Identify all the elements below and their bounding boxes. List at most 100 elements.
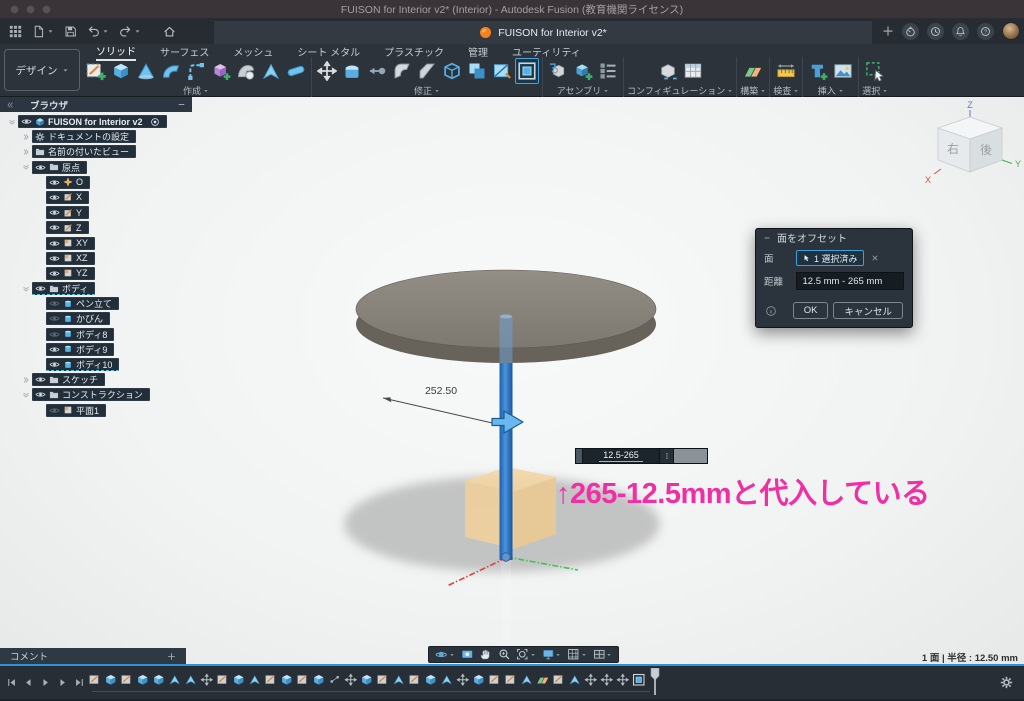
timeline-feature-tl-sketch-icon[interactable] — [504, 672, 518, 687]
distance-input[interactable]: 12.5 mm - 265 mm — [796, 272, 904, 290]
timeline-feature-tl-solid-icon[interactable] — [424, 672, 438, 687]
group-dropdown-label[interactable]: 構築 — [740, 85, 766, 96]
loft-icon[interactable] — [234, 58, 258, 84]
timeline-feature-tl-solid-icon[interactable] — [280, 672, 294, 687]
collapse-arrow-icon[interactable] — [19, 285, 32, 293]
collapse-panel-icon[interactable] — [6, 101, 14, 109]
distance-inline-editor[interactable]: 12.5-265 — [575, 448, 708, 464]
minimize-window-button[interactable] — [26, 5, 35, 14]
home-icon[interactable] — [158, 18, 181, 44]
display-settings-icon[interactable] — [542, 648, 562, 661]
timeline-feature-tl-move-icon[interactable] — [584, 672, 598, 687]
browser-item[interactable]: ボディ9 — [0, 343, 192, 356]
offset-plane-icon[interactable] — [365, 58, 389, 84]
browser-item[interactable]: ボディ8 — [0, 328, 192, 341]
timeline-feature-tl-sketch-icon[interactable] — [88, 672, 102, 687]
visibility-eye-icon[interactable] — [49, 359, 60, 370]
visibility-eye-icon[interactable] — [49, 268, 60, 279]
shell-icon[interactable] — [440, 58, 464, 84]
move-icon[interactable] — [315, 58, 339, 84]
timeline-feature-tl-solid-icon[interactable] — [152, 672, 166, 687]
collapse-arrow-icon[interactable] — [19, 391, 32, 399]
fillet-icon[interactable] — [390, 58, 414, 84]
new-component-icon[interactable] — [571, 58, 595, 84]
collapse-arrow-icon[interactable] — [19, 163, 32, 171]
press-pull-icon[interactable] — [340, 58, 364, 84]
timeline-feature-tl-sketch-icon[interactable] — [216, 672, 230, 687]
grid-settings-icon[interactable] — [567, 648, 587, 661]
expand-arrow-icon[interactable] — [19, 133, 32, 141]
editor-drag-handle[interactable] — [576, 449, 583, 463]
replace-face-icon[interactable] — [490, 58, 514, 84]
close-window-button[interactable] — [10, 5, 19, 14]
timeline-feature-tl-misc-icon[interactable] — [168, 672, 182, 687]
visibility-eye-icon[interactable] — [49, 238, 60, 249]
group-dropdown-label[interactable]: 修正 — [414, 85, 440, 96]
sweep-icon[interactable] — [159, 58, 183, 84]
plus-icon[interactable] — [882, 23, 894, 40]
visibility-eye-icon[interactable] — [49, 405, 60, 416]
measure-icon[interactable] — [774, 58, 798, 84]
help-icon[interactable]: ? — [977, 23, 994, 40]
dialog-collapse-icon[interactable] — [763, 234, 771, 242]
viewports-icon[interactable] — [593, 648, 613, 661]
timeline-settings-gear-icon[interactable] — [1000, 676, 1013, 689]
browser-item[interactable]: 名前の付いたビュー — [0, 145, 192, 158]
timeline-feature-tl-misc-icon[interactable] — [392, 672, 406, 687]
visibility-eye-icon[interactable] — [49, 222, 60, 233]
timeline-feature-tl-move-icon[interactable] — [600, 672, 614, 687]
browser-item[interactable]: ペン立て — [0, 297, 192, 310]
browser-item[interactable]: ボディ10 — [0, 358, 192, 371]
timeline-feature-tl-misc-icon[interactable] — [520, 672, 534, 687]
timeline-feature-tl-solid-icon[interactable] — [232, 672, 246, 687]
combine-icon[interactable] — [465, 58, 489, 84]
config-table-icon[interactable] — [681, 58, 705, 84]
timeline-feature-tl-misc-icon[interactable] — [440, 672, 454, 687]
visibility-eye-icon[interactable] — [49, 192, 60, 203]
derive-icon[interactable] — [546, 58, 570, 84]
visibility-eye-icon[interactable] — [49, 207, 60, 218]
browser-item[interactable]: X — [0, 191, 192, 204]
visibility-eye-icon[interactable] — [35, 389, 46, 400]
step-back-icon[interactable] — [23, 677, 34, 688]
distance-expression-field[interactable]: 12.5-265 — [583, 449, 659, 463]
timeline-feature-tl-sketch-icon[interactable] — [408, 672, 422, 687]
visibility-eye-icon[interactable] — [35, 374, 46, 385]
timeline-feature-tl-sketch-icon[interactable] — [376, 672, 390, 687]
timeline-feature-tl-solid-icon[interactable] — [104, 672, 118, 687]
timeline-feature-tl-sketch-icon[interactable] — [296, 672, 310, 687]
form-icon[interactable] — [209, 58, 233, 84]
timeline-feature-tl-move-icon[interactable] — [616, 672, 630, 687]
skip-end-icon[interactable] — [74, 677, 85, 688]
save-icon[interactable] — [59, 18, 82, 44]
comment-bar[interactable]: コメント — [0, 648, 186, 664]
collapse-arrow-icon[interactable] — [5, 118, 18, 126]
browser-item[interactable]: Z — [0, 221, 192, 234]
look-at-icon[interactable] — [461, 648, 474, 661]
clear-selection-icon[interactable] — [871, 254, 879, 262]
timeline-feature-tl-solid-icon[interactable] — [472, 672, 486, 687]
maximize-window-button[interactable] — [42, 5, 51, 14]
timeline-feature-tl-misc-icon[interactable] — [248, 672, 262, 687]
group-dropdown-label[interactable]: アセンブリ — [557, 85, 610, 96]
timeline-feature-tl-misc-icon[interactable] — [568, 672, 582, 687]
info-icon[interactable] — [765, 305, 777, 317]
cancel-button[interactable]: キャンセル — [833, 302, 903, 319]
activate-radio-icon[interactable] — [150, 117, 160, 127]
expand-arrow-icon[interactable] — [19, 376, 32, 384]
undo-icon[interactable] — [82, 18, 114, 44]
extrude-icon[interactable] — [109, 58, 133, 84]
browser-item[interactable]: ドキュメントの設定 — [0, 130, 192, 143]
browser-item[interactable]: コンストラクション — [0, 388, 192, 401]
visibility-eye-icon[interactable] — [49, 253, 60, 264]
pipe-icon[interactable] — [284, 58, 308, 84]
timeline-feature-tl-offset-icon[interactable] — [632, 672, 646, 687]
timeline-feature-tl-sketch-icon[interactable] — [264, 672, 278, 687]
browser-item[interactable]: XZ — [0, 252, 192, 265]
timeline-feature-tl-sketch-icon[interactable] — [552, 672, 566, 687]
face-selection-chip[interactable]: 1 選択済み — [796, 250, 864, 266]
apps-grid-icon[interactable] — [4, 18, 27, 44]
revolve-icon[interactable] — [134, 58, 158, 84]
timeline-feature-tl-snap-icon[interactable] — [328, 672, 342, 687]
rib-icon[interactable] — [259, 58, 283, 84]
